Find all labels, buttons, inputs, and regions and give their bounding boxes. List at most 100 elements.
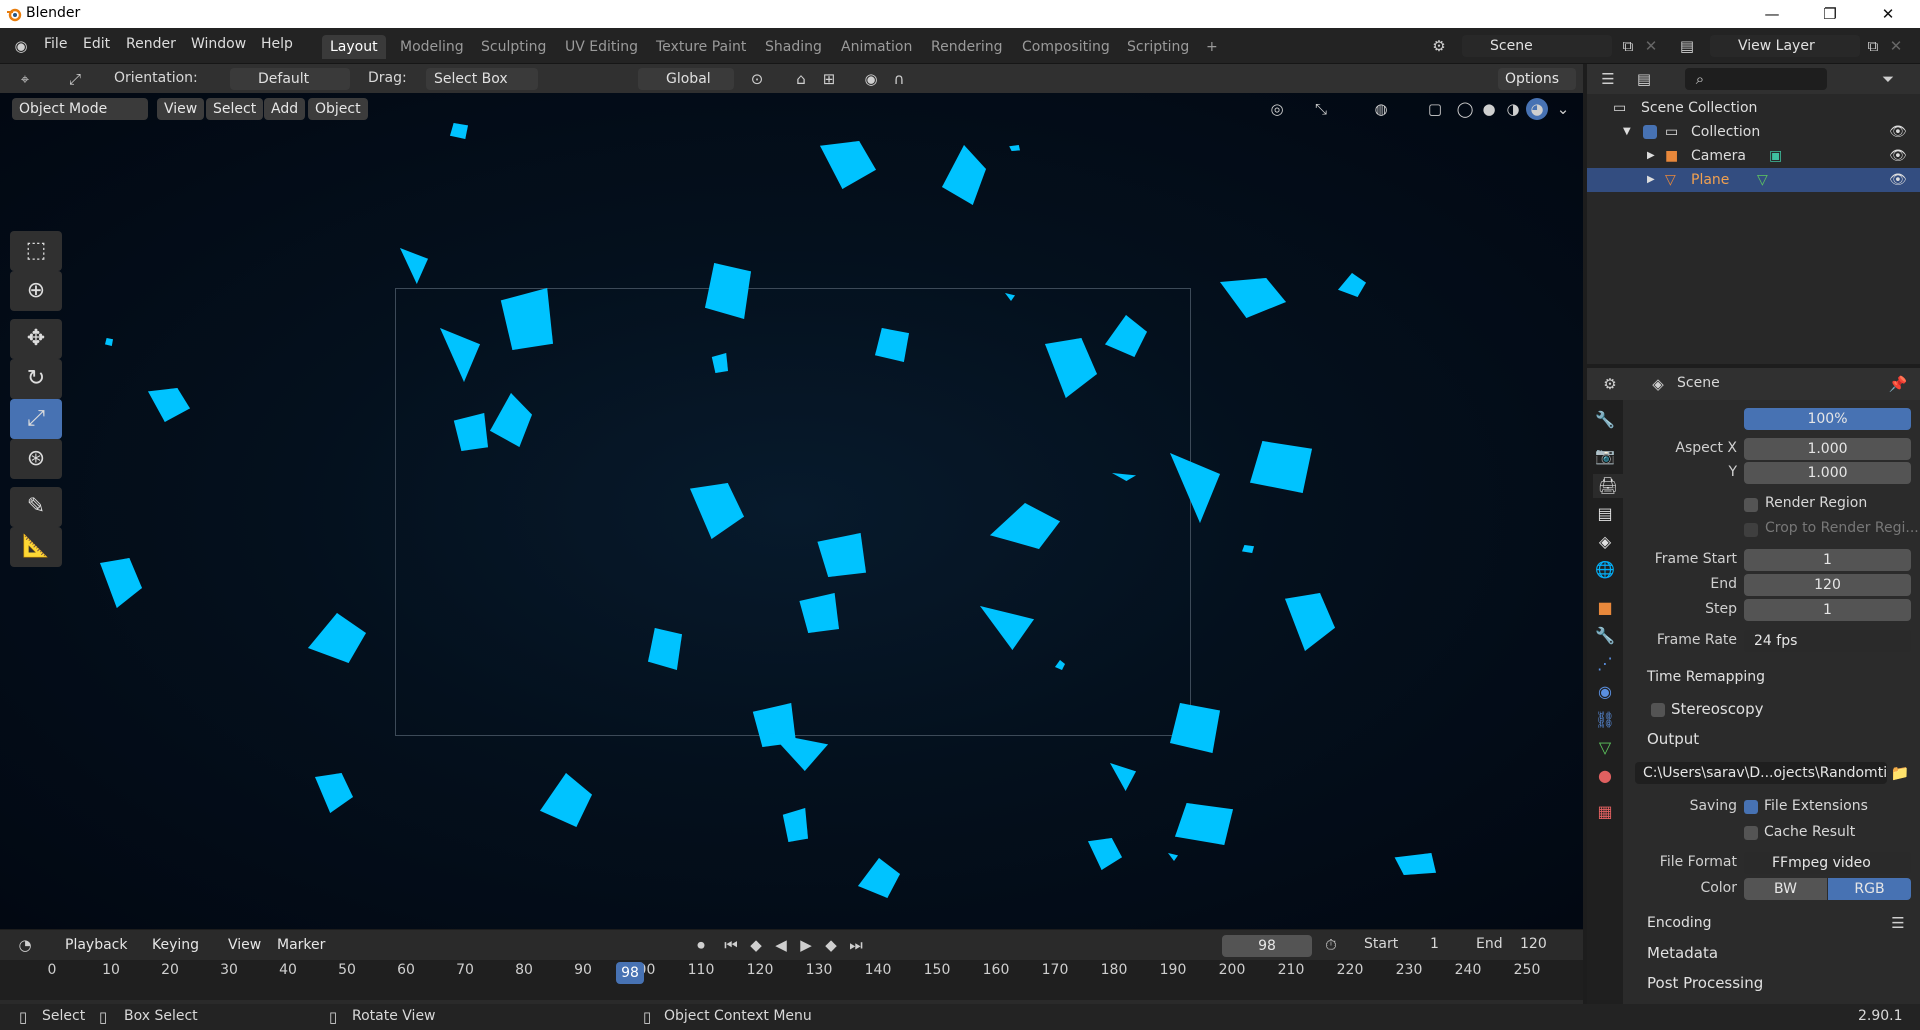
annotate-tool-icon[interactable]: ✎ <box>10 487 62 527</box>
folder-icon[interactable]: 📁 <box>1889 762 1911 784</box>
proportional-edit-icon[interactable]: ◉ <box>860 68 882 90</box>
scale-tool-icon[interactable]: ⤢ <box>10 399 62 439</box>
world-tab-icon[interactable]: 🌐 <box>1593 558 1617 582</box>
marker-menu[interactable]: Marker <box>270 934 332 956</box>
menu-file[interactable]: File <box>44 36 67 52</box>
move-tool-icon[interactable]: ✥ <box>10 319 62 359</box>
view-layer-icon[interactable]: ▤ <box>1676 35 1698 57</box>
new-view-layer-icon[interactable]: ⧉ <box>1862 35 1884 57</box>
blender-menu-icon[interactable]: ◉ <box>10 35 32 57</box>
scene-field[interactable]: Scene <box>1462 35 1612 57</box>
tool-tab-icon[interactable]: 🔧 <box>1593 408 1617 432</box>
output-tab-icon[interactable]: 🖨 <box>1593 474 1623 498</box>
menu-edit[interactable]: Edit <box>83 36 110 52</box>
tab-scripting[interactable]: Scripting <box>1119 35 1197 59</box>
delete-view-layer-icon[interactable]: ✕ <box>1885 35 1907 57</box>
view-menu[interactable]: View <box>157 98 205 120</box>
resolution-percent-field[interactable]: 100% <box>1744 408 1911 430</box>
3d-viewport[interactable]: Object Mode View Select Add Object ◎ ⤡ ◍… <box>0 93 1583 929</box>
encoding-presets-icon[interactable]: ☰ <box>1887 912 1909 934</box>
view-menu-timeline[interactable]: View <box>221 934 268 956</box>
expand-icon[interactable]: ▶ <box>1647 168 1655 192</box>
modifier-tab-icon[interactable]: 🔧 <box>1593 624 1617 648</box>
add-menu[interactable]: Add <box>264 98 306 120</box>
eye-icon[interactable]: 👁 <box>1889 168 1907 192</box>
orientation-dropdown[interactable]: Default <box>230 68 350 90</box>
tab-shading[interactable]: Shading <box>757 35 830 59</box>
aspect-y-field[interactable]: 1.000 <box>1744 462 1911 484</box>
tree-row-collection[interactable]: ▼ ▭ Collection 👁 <box>1587 120 1920 144</box>
color-rgb-button[interactable]: RGB <box>1828 878 1911 900</box>
data-tab-icon[interactable]: ▽ <box>1593 736 1617 760</box>
rotate-tool-icon[interactable]: ↻ <box>10 359 62 399</box>
visibility-icon[interactable]: ◎ <box>1266 98 1288 120</box>
xray-icon[interactable]: ▢ <box>1424 98 1446 120</box>
metadata-panel[interactable]: Metadata <box>1647 940 1920 966</box>
prev-keyframe-icon[interactable]: ◆ <box>745 934 767 956</box>
transform-tool-icon[interactable]: ⊛ <box>10 439 62 479</box>
tab-modeling[interactable]: Modeling <box>392 35 472 59</box>
output-panel[interactable]: Output <box>1647 726 1920 752</box>
stereoscopy-checkbox[interactable] <box>1651 703 1665 717</box>
expand-icon[interactable]: ▶ <box>1647 144 1655 168</box>
cursor-tool-icon[interactable]: ⊕ <box>10 271 62 311</box>
options-dropdown[interactable]: Options <box>1498 68 1576 90</box>
tab-animation[interactable]: Animation <box>833 35 920 59</box>
outliner-editor-icon[interactable]: ☰ <box>1597 68 1619 90</box>
jump-end-icon[interactable]: ⏭ <box>845 934 867 956</box>
select-box-tool-icon[interactable]: ⬚ <box>10 231 62 271</box>
start-value[interactable]: 1 <box>1430 936 1439 952</box>
collection-checkbox[interactable] <box>1643 125 1657 139</box>
end-value[interactable]: 120 <box>1520 936 1547 952</box>
shading-options-icon[interactable]: ⌄ <box>1552 98 1574 120</box>
color-bw-button[interactable]: BW <box>1744 878 1827 900</box>
add-workspace-button[interactable]: + <box>1198 35 1226 59</box>
render-region-checkbox[interactable] <box>1744 498 1758 512</box>
material-tab-icon[interactable]: ● <box>1593 764 1617 788</box>
frame-step-field[interactable]: 1 <box>1744 599 1911 621</box>
time-remapping-panel[interactable]: Time Remapping <box>1647 664 1920 690</box>
gizmo-icon[interactable]: ⤡ <box>1310 98 1332 120</box>
properties-editor-icon[interactable]: ⚙ <box>1599 373 1621 395</box>
tab-sculpting[interactable]: Sculpting <box>473 35 554 59</box>
stopwatch-icon[interactable]: ⏱ <box>1320 934 1342 956</box>
mode-dropdown[interactable]: Object Mode <box>12 98 148 120</box>
select-menu[interactable]: Select <box>206 98 264 120</box>
tab-rendering[interactable]: Rendering <box>923 35 1011 59</box>
playhead[interactable]: 98 <box>616 962 644 984</box>
aspect-x-field[interactable]: 1.000 <box>1744 438 1911 460</box>
crop-region-checkbox[interactable] <box>1744 523 1758 537</box>
object-menu[interactable]: Object <box>308 98 368 120</box>
tab-texture-paint[interactable]: Texture Paint <box>648 35 754 59</box>
stereoscopy-panel[interactable]: Stereoscopy <box>1671 696 1920 722</box>
frame-rate-dropdown[interactable]: 24 fps <box>1744 630 1911 652</box>
drag-dropdown[interactable]: Select Box <box>426 68 538 90</box>
scene-icon[interactable]: ⚙ <box>1428 35 1450 57</box>
cache-result-checkbox[interactable] <box>1744 826 1758 840</box>
pin-icon[interactable]: 📌 <box>1887 373 1909 395</box>
tree-row-camera[interactable]: ▶ ■ Camera ▣ 👁 <box>1587 144 1920 168</box>
tree-row-scene-collection[interactable]: ▭ Scene Collection <box>1587 96 1920 120</box>
rendered-shading-icon[interactable]: ◕ <box>1526 98 1548 120</box>
play-icon[interactable]: ▶ <box>795 934 817 956</box>
pivot-point-icon[interactable]: ⊙ <box>746 68 768 90</box>
editor-type-icon[interactable]: ⌖ <box>14 68 36 90</box>
delete-scene-icon[interactable]: ✕ <box>1640 35 1662 57</box>
measure-tool-icon[interactable]: 📐 <box>10 527 62 567</box>
solid-shading-icon[interactable]: ● <box>1478 98 1500 120</box>
menu-help[interactable]: Help <box>261 36 293 52</box>
eye-icon[interactable]: 👁 <box>1889 144 1907 168</box>
tab-compositing[interactable]: Compositing <box>1014 35 1118 59</box>
keying-menu[interactable]: Keying <box>145 934 206 956</box>
transform-orientation-dropdown[interactable]: Global <box>638 68 734 90</box>
close-button[interactable]: ✕ <box>1868 2 1908 26</box>
wireframe-shading-icon[interactable]: ◯ <box>1454 98 1476 120</box>
scene-tab-icon[interactable]: ◈ <box>1593 530 1617 554</box>
filter-icon[interactable]: ⏷ <box>1877 68 1899 90</box>
record-icon[interactable]: ⏺ <box>690 934 712 956</box>
material-shading-icon[interactable]: ◑ <box>1502 98 1524 120</box>
frame-start-field[interactable]: 1 <box>1744 549 1911 571</box>
jump-start-icon[interactable]: ⏮ <box>720 934 742 956</box>
output-path-field[interactable]: C:\Users\sarav\D...ojects\Randomtile\ <box>1635 762 1887 784</box>
restore-button[interactable]: ❐ <box>1810 2 1850 26</box>
